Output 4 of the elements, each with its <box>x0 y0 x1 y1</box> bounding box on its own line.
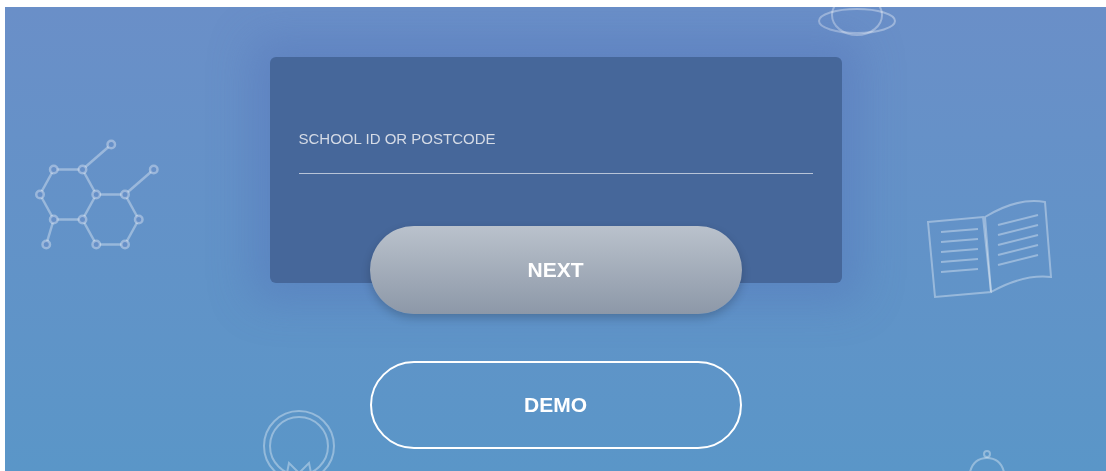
bell-icon <box>967 450 1007 471</box>
input-field[interactable]: SCHOOL ID OR POSTCODE <box>298 128 813 174</box>
demo-button[interactable]: DEMO <box>369 361 742 449</box>
next-button[interactable]: NEXT <box>369 226 742 314</box>
